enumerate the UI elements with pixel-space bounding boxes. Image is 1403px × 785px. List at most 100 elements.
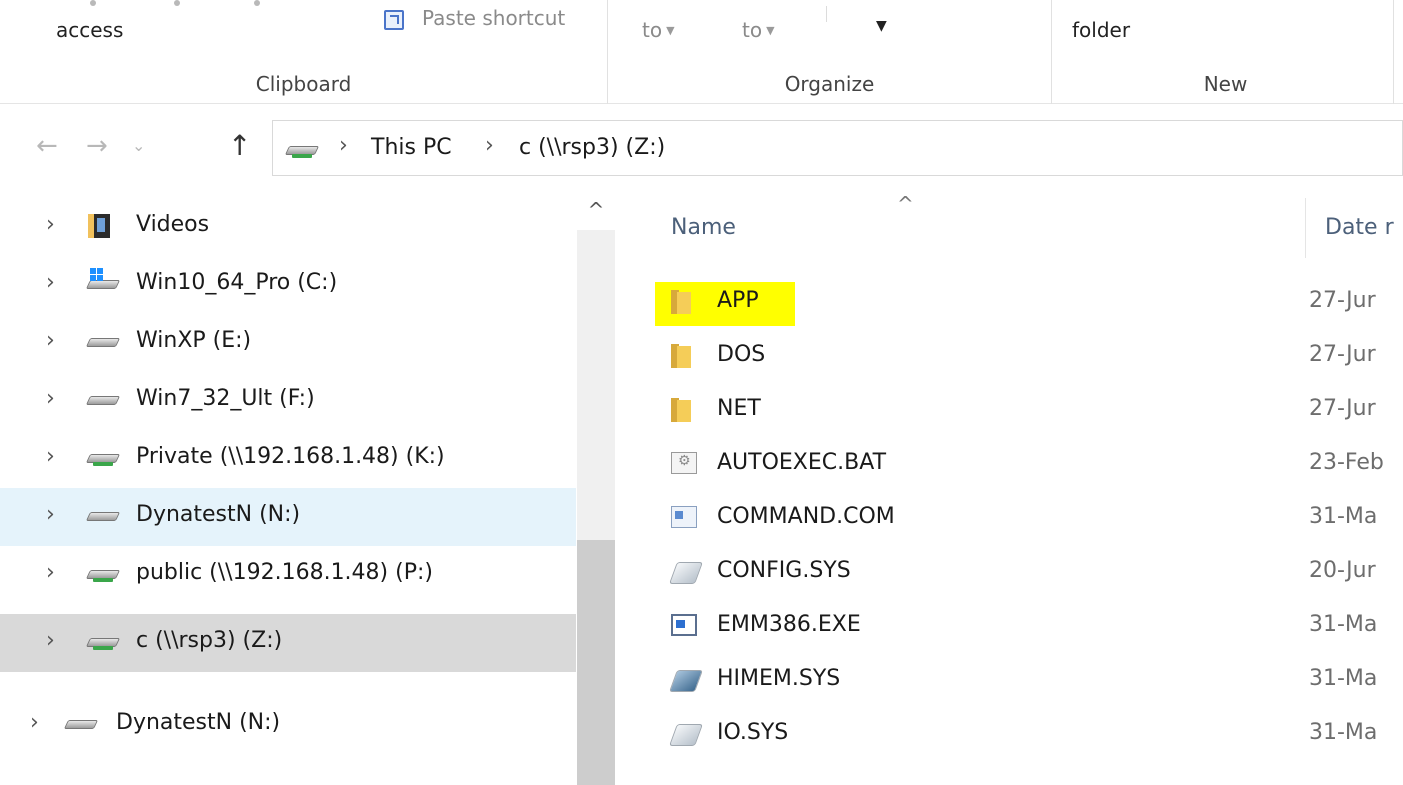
column-header-date-modified[interactable]: Date r [1325, 215, 1394, 240]
ribbon: access Paste shortcut Clipboard to ▼ to ▼ … [0, 0, 1403, 104]
clipboard-group: access Paste shortcut Clipboard [0, 0, 608, 104]
folder-icon [671, 344, 691, 368]
expand-chevron-icon[interactable]: › [46, 560, 55, 585]
ribbon-divider [826, 6, 827, 22]
expand-chevron-icon[interactable]: › [46, 212, 55, 237]
folder-icon [671, 290, 691, 314]
tree-item-private-drive[interactable]: › Private (\\192.168.1.48) (K:) [0, 430, 576, 488]
file-date: 31-Ma [1309, 504, 1378, 529]
delete-dropdown-icon[interactable]: ▼ [876, 18, 887, 34]
copy-to-button[interactable]: to ▼ [742, 18, 775, 42]
move-to-dropdown-icon: ▼ [666, 24, 675, 37]
scrollbar-thumb[interactable] [577, 540, 615, 785]
tree-item-rsp3-drive[interactable]: › c (\\rsp3) (Z:) [0, 614, 576, 672]
file-row-net[interactable]: NET 27-Jur [615, 384, 1403, 438]
file-row-himem[interactable]: HIMEM.SYS 31-Ma [615, 654, 1403, 708]
file-name: COMMAND.COM [717, 504, 895, 529]
system-file-icon [671, 560, 699, 584]
network-drive-icon [85, 568, 122, 582]
file-row-config[interactable]: CONFIG.SYS 20-Jur [615, 546, 1403, 600]
tree-item-dynatestn-drive[interactable]: › DynatestN (N:) [0, 488, 576, 546]
organize-group: to ▼ to ▼ ▼ Organize [608, 0, 1052, 104]
system-file-icon [671, 722, 699, 746]
expand-chevron-icon[interactable]: › [46, 270, 55, 295]
file-row-command[interactable]: COMMAND.COM 31-Ma [615, 492, 1403, 546]
tree-item-winxp-drive[interactable]: › WinXP (E:) [0, 314, 576, 372]
network-drive-icon [85, 636, 122, 650]
expand-chevron-icon[interactable]: › [30, 710, 39, 735]
organize-group-label: Organize [784, 72, 875, 96]
file-name: NET [717, 396, 761, 421]
column-header-name[interactable]: Name [671, 215, 736, 240]
pin-to-quick-access-button[interactable]: access [56, 18, 123, 42]
breadcrumb-chevron[interactable]: › [485, 133, 494, 158]
breadcrumb-chevron[interactable]: › [339, 133, 348, 158]
address-bar[interactable]: › This PC › c (\\rsp3) (Z:) [272, 120, 1403, 176]
file-date: 20-Jur [1309, 558, 1376, 583]
paste-icon-fragment [254, 0, 260, 6]
file-row-dos[interactable]: DOS 27-Jur [615, 330, 1403, 384]
application-icon [671, 506, 697, 528]
expand-chevron-icon[interactable]: › [46, 328, 55, 353]
drive-icon [85, 336, 122, 350]
file-date: 27-Jur [1309, 342, 1376, 367]
file-date: 31-Ma [1309, 666, 1378, 691]
tree-item-label: DynatestN (N:) [116, 710, 281, 735]
expand-chevron-icon[interactable]: › [46, 386, 55, 411]
file-name: APP [717, 288, 759, 313]
copy-to-label: to [742, 18, 763, 42]
tree-item-label: Win10_64_Pro (C:) [136, 270, 338, 295]
file-name: HIMEM.SYS [717, 666, 841, 691]
file-row-io[interactable]: IO.SYS 31-Ma [615, 708, 1403, 762]
application-icon [671, 614, 697, 636]
column-divider[interactable] [1305, 198, 1306, 258]
file-name: IO.SYS [717, 720, 789, 745]
file-date: 23-Feb [1309, 450, 1384, 475]
expand-chevron-icon[interactable]: › [46, 444, 55, 469]
tree-item-public-drive[interactable]: › public (\\192.168.1.48) (P:) [0, 546, 576, 604]
file-row-autoexec[interactable]: AUTOEXEC.BAT 23-Feb [615, 438, 1403, 492]
network-drive-icon [284, 144, 321, 158]
windows-drive-icon [85, 268, 122, 292]
file-date: 27-Jur [1309, 396, 1376, 421]
file-name: CONFIG.SYS [717, 558, 851, 583]
file-date: 27-Jur [1309, 288, 1376, 313]
file-date: 31-Ma [1309, 720, 1378, 745]
batch-file-icon [671, 452, 697, 474]
forward-button[interactable]: → [86, 132, 108, 160]
up-button[interactable]: ↑ [228, 132, 251, 160]
file-list: ^ Name Date r APP 27-Jur DOS 27-Jur NET … [615, 190, 1403, 785]
system-file-icon [671, 668, 699, 692]
file-date: 31-Ma [1309, 612, 1378, 637]
back-button[interactable]: ← [36, 132, 58, 160]
expand-chevron-icon[interactable]: › [46, 628, 55, 653]
tree-item-label: c (\\rsp3) (Z:) [136, 628, 283, 653]
tree-item-label: public (\\192.168.1.48) (P:) [136, 560, 433, 585]
breadcrumb-current-folder[interactable]: c (\\rsp3) (Z:) [519, 135, 665, 160]
file-row-emm386[interactable]: EMM386.EXE 31-Ma [615, 600, 1403, 654]
navigation-bar: ← → ⌄ ↑ › This PC › c (\\rsp3) (Z:) [0, 104, 1403, 190]
tree-item-videos[interactable]: › Videos [0, 198, 576, 256]
clipboard-group-label: Clipboard [255, 72, 352, 96]
drive-icon [63, 718, 100, 732]
network-drive-icon [85, 452, 122, 466]
paste-shortcut-button[interactable]: Paste shortcut [422, 6, 565, 30]
copy-to-dropdown-icon: ▼ [766, 24, 775, 37]
tree-item-win10-drive[interactable]: › Win10_64_Pro (C:) [0, 256, 576, 314]
tree-item-win7-drive[interactable]: › Win7_32_Ult (F:) [0, 372, 576, 430]
file-row-app[interactable]: APP 27-Jur [615, 276, 1403, 330]
new-group: folder New [1052, 0, 1394, 104]
move-to-label: to [642, 18, 663, 42]
file-name: EMM386.EXE [717, 612, 861, 637]
move-to-button[interactable]: to ▼ [642, 18, 675, 42]
tree-item-label: DynatestN (N:) [136, 502, 301, 527]
file-name: DOS [717, 342, 766, 367]
file-name: AUTOEXEC.BAT [717, 450, 887, 475]
scroll-up-arrow-icon[interactable]: ^ [577, 190, 615, 230]
recent-locations-button[interactable]: ⌄ [132, 132, 145, 160]
tree-item-dynatestn-drive-root[interactable]: › DynatestN (N:) [0, 696, 576, 754]
copy-icon-fragment [174, 0, 180, 6]
expand-chevron-icon[interactable]: › [46, 502, 55, 527]
breadcrumb-this-pc[interactable]: This PC [371, 135, 452, 160]
new-folder-button[interactable]: folder [1072, 18, 1130, 42]
